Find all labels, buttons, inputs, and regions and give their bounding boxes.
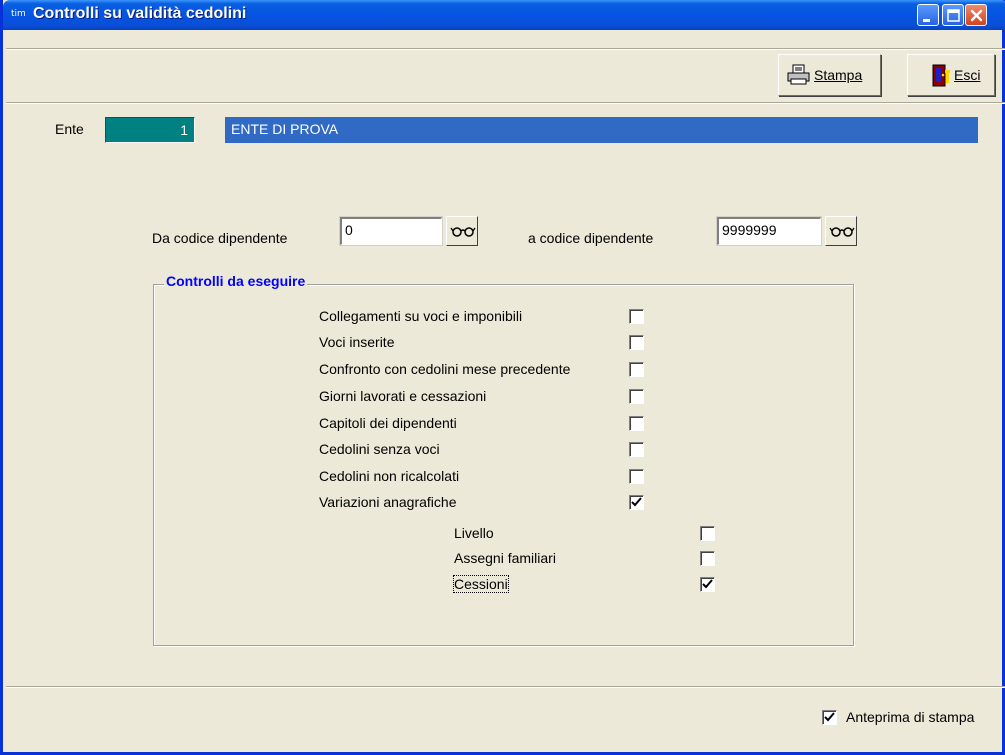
check-label: Cedolini non ricalcolati bbox=[319, 468, 460, 484]
check-livello[interactable] bbox=[700, 526, 715, 541]
check-label: Voci inserite bbox=[319, 334, 395, 350]
check-giorni-lavorati[interactable] bbox=[629, 389, 644, 404]
esci-label: Esci bbox=[954, 67, 981, 83]
from-code-label: Da codice dipendente bbox=[152, 230, 288, 246]
check-label: Collegamenti su voci e imponibili bbox=[319, 308, 523, 324]
to-code-input[interactable]: 9999999 bbox=[716, 216, 822, 246]
maximize-icon bbox=[947, 9, 960, 22]
checkmark-icon bbox=[702, 579, 713, 589]
check-capitoli[interactable] bbox=[629, 416, 644, 431]
check-assegni-familiari[interactable] bbox=[700, 551, 715, 566]
check-voci-inserite[interactable] bbox=[629, 335, 644, 350]
close-button[interactable] bbox=[965, 4, 987, 26]
subcheck-label: Cessioni bbox=[453, 575, 509, 593]
maximize-button[interactable] bbox=[942, 4, 964, 26]
to-lookup-button[interactable] bbox=[825, 216, 857, 246]
check-label: Confronto con cedolini mese precedente bbox=[319, 361, 571, 377]
from-code-input[interactable]: 0 bbox=[339, 216, 443, 246]
title-bar[interactable]: tim Controlli su validità cedolini bbox=[3, 0, 1005, 30]
check-label: Cedolini senza voci bbox=[319, 441, 440, 457]
toolbar-bottom-separator bbox=[6, 102, 1005, 104]
checkmark-icon bbox=[824, 712, 835, 722]
check-non-ricalcolati[interactable] bbox=[629, 469, 644, 484]
minimize-icon bbox=[923, 19, 930, 22]
to-code-label: a codice dipendente bbox=[528, 230, 654, 246]
check-collegamenti[interactable] bbox=[629, 309, 644, 324]
check-senza-voci[interactable] bbox=[629, 442, 644, 457]
check-confronto[interactable] bbox=[629, 362, 644, 377]
exit-door-icon bbox=[930, 64, 952, 91]
app-icon: tim bbox=[11, 9, 26, 19]
close-icon bbox=[970, 9, 983, 22]
glasses-icon bbox=[450, 227, 476, 237]
esci-button[interactable]: Esci bbox=[907, 54, 995, 96]
anteprima-checkbox[interactable] bbox=[822, 710, 837, 725]
ente-name-field: ENTE DI PROVA bbox=[225, 117, 978, 143]
from-lookup-button[interactable] bbox=[446, 216, 478, 246]
footer-separator bbox=[6, 686, 1005, 688]
check-label: Variazioni anagrafiche bbox=[319, 494, 457, 510]
ente-code-field[interactable]: 1 bbox=[105, 117, 195, 143]
ente-label: Ente bbox=[55, 121, 84, 137]
check-cessioni[interactable] bbox=[700, 577, 715, 592]
check-variazioni-anagrafiche[interactable] bbox=[629, 495, 644, 510]
stampa-button[interactable]: Stampa bbox=[778, 54, 881, 96]
check-label: Capitoli dei dipendenti bbox=[319, 415, 457, 431]
controls-group-title: Controlli da eseguire bbox=[164, 273, 308, 289]
check-label: Giorni lavorati e cessazioni bbox=[319, 388, 487, 404]
stampa-label: Stampa bbox=[814, 67, 863, 83]
subcheck-label: Livello bbox=[454, 525, 494, 541]
main-window: tim Controlli su validità cedolini Stamp… bbox=[0, 0, 1005, 755]
window-title: Controlli su validità cedolini bbox=[33, 5, 247, 22]
subcheck-label: Assegni familiari bbox=[454, 550, 556, 566]
toolbar-top-separator bbox=[6, 48, 1005, 50]
minimize-button[interactable] bbox=[917, 4, 939, 26]
glasses-icon bbox=[829, 227, 855, 237]
checkmark-icon bbox=[631, 497, 642, 507]
printer-icon bbox=[787, 64, 811, 89]
anteprima-label: Anteprima di stampa bbox=[846, 709, 975, 725]
